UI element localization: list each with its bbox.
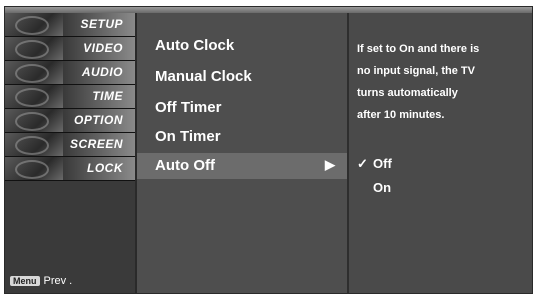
submenu-item-label: Off Timer — [155, 99, 222, 116]
help-text-line: turns automatically — [357, 87, 458, 99]
help-text-line: If set to On and there is — [357, 43, 480, 55]
option-label: Off — [373, 156, 392, 171]
arrow-right-icon: ▶ — [325, 157, 335, 172]
category-lock[interactable]: LOCK — [5, 157, 135, 181]
option-off[interactable]: ✓ Off — [357, 156, 392, 172]
category-label: SETUP — [80, 17, 123, 31]
submenu-item-auto-off[interactable]: Auto Off ▶ — [137, 153, 347, 179]
category-column: SETUP VIDEO AUDIO TIME OPTION SCREEN LOC… — [5, 13, 137, 293]
option-label: On — [373, 180, 392, 195]
category-screen[interactable]: SCREEN — [5, 133, 135, 157]
category-label: SCREEN — [69, 137, 123, 151]
category-label: AUDIO — [81, 65, 123, 79]
option-on[interactable]: On — [357, 180, 391, 195]
prev-hint[interactable]: Menu Prev . — [10, 275, 72, 287]
prev-label: Prev . — [43, 275, 73, 287]
tv-osd-menu: SETUP VIDEO AUDIO TIME OPTION SCREEN LOC… — [4, 6, 533, 294]
submenu-item-manual-clock[interactable]: Manual Clock — [137, 64, 347, 90]
category-label: LOCK — [87, 161, 123, 175]
audio-thumbnail-icon — [5, 61, 63, 84]
setup-thumbnail-icon — [5, 13, 63, 36]
video-thumbnail-icon — [5, 37, 63, 60]
screen-thumbnail-icon — [5, 133, 63, 156]
category-setup[interactable]: SETUP — [5, 13, 135, 37]
check-icon: ✓ — [357, 156, 368, 171]
help-text-line: no input signal, the TV — [357, 65, 475, 77]
lock-thumbnail-icon — [5, 157, 63, 180]
option-thumbnail-icon — [5, 109, 63, 132]
category-label: VIDEO — [83, 41, 123, 55]
category-time[interactable]: TIME — [5, 85, 135, 109]
menu-key-icon: Menu — [10, 276, 40, 286]
category-video[interactable]: VIDEO — [5, 37, 135, 61]
time-thumbnail-icon — [5, 85, 63, 108]
category-option[interactable]: OPTION — [5, 109, 135, 133]
submenu-item-on-timer[interactable]: On Timer — [137, 124, 347, 150]
category-label: OPTION — [73, 113, 123, 127]
info-panel: If set to On and there is no input signa… — [349, 13, 532, 293]
category-audio[interactable]: AUDIO — [5, 61, 135, 85]
submenu-item-label: On Timer — [155, 128, 221, 145]
category-label: TIME — [92, 89, 123, 103]
submenu-item-label: Auto Clock — [155, 37, 235, 54]
submenu-item-off-timer[interactable]: Off Timer — [137, 95, 347, 121]
submenu-column: Auto Clock Manual Clock Off Timer On Tim… — [137, 13, 349, 293]
submenu-item-auto-clock[interactable]: Auto Clock — [137, 33, 347, 59]
help-text-line: after 10 minutes. — [357, 109, 445, 121]
submenu-item-label: Manual Clock — [155, 68, 252, 85]
submenu-item-label: Auto Off — [155, 157, 215, 174]
